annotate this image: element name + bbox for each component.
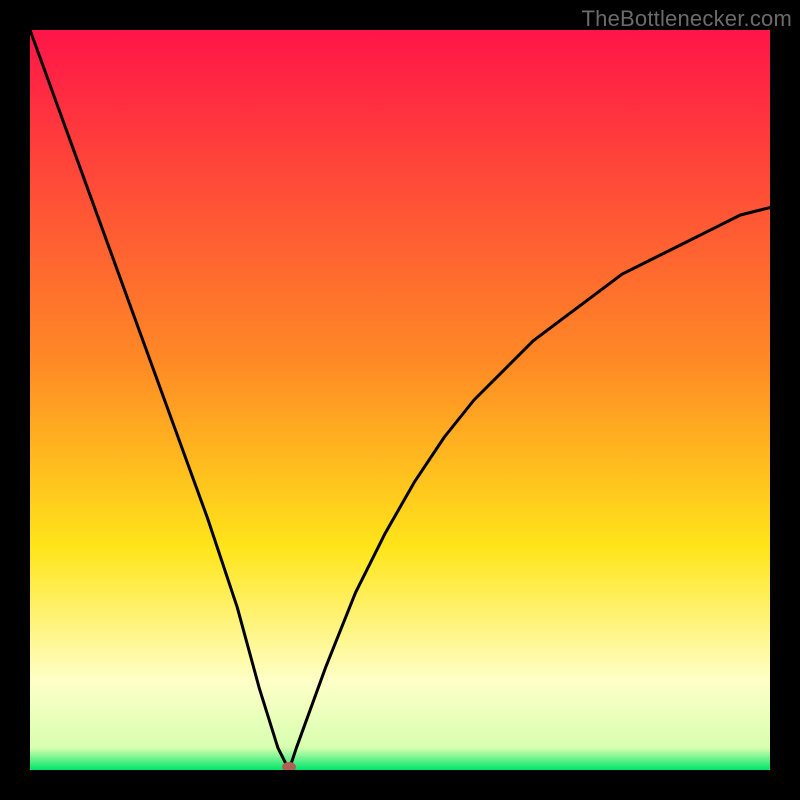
watermark-text: TheBottlenecker.com <box>582 6 792 32</box>
bottleneck-chart <box>30 30 770 770</box>
chart-frame: TheBottlenecker.com <box>0 0 800 800</box>
gradient-background <box>30 30 770 770</box>
